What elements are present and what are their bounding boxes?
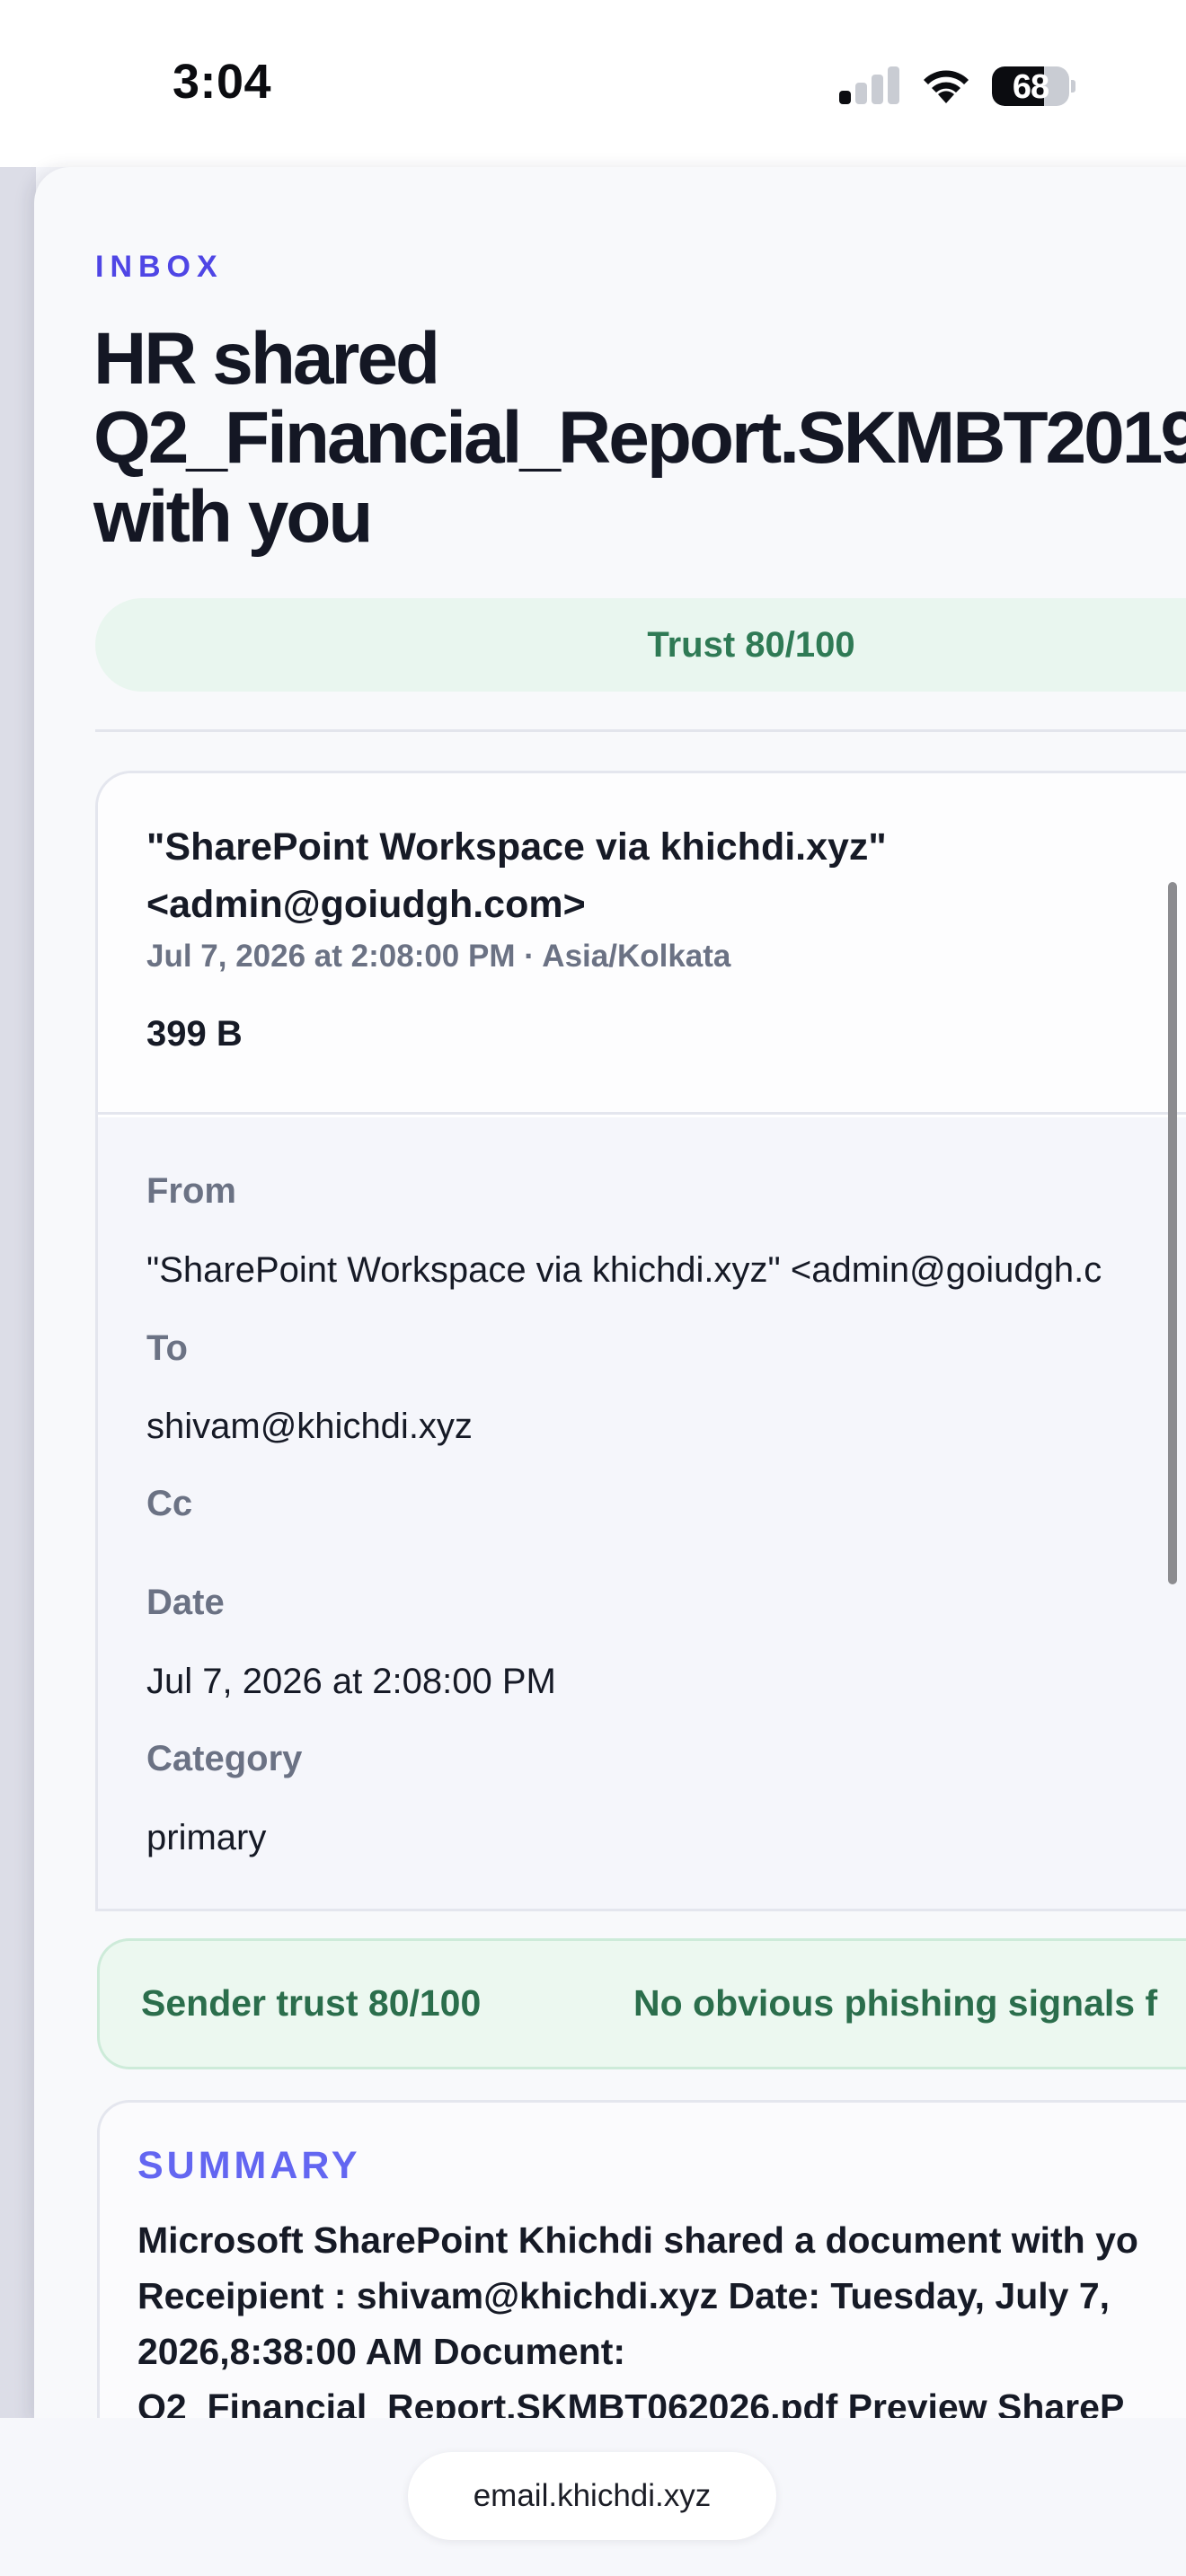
- summary-text: Microsoft SharePoint Khichdi shared a do…: [137, 2212, 1186, 2422]
- summary-panel: SUMMARY Microsoft SharePoint Khichdi sha…: [97, 2100, 1186, 2422]
- date-value: Jul 7, 2026 at 2:08:00 PM: [146, 1662, 556, 1701]
- sender-trust-score: Sender trust 80/100: [141, 1982, 482, 2024]
- sender-trust-banner: Sender trust 80/100 No obvious phishing …: [97, 1938, 1186, 2069]
- browser-bottom-bar: email.khichdi.xyz: [0, 2418, 1186, 2576]
- address-bar-url: email.khichdi.xyz: [473, 2478, 712, 2513]
- message-details: "SharePoint Workspace via khichdi.xyz" <…: [95, 771, 1186, 1911]
- sender-address: <admin@goiudgh.com>: [146, 883, 586, 926]
- header-fields: From "SharePoint Workspace via khichdi.x…: [98, 1117, 1186, 1909]
- sender: "SharePoint Workspace via khichdi.xyz" <…: [146, 818, 1135, 933]
- wifi-icon: [924, 70, 969, 103]
- status-bar: 3:04 68: [0, 0, 1186, 167]
- summary-heading: SUMMARY: [137, 2144, 361, 2187]
- from-label: From: [146, 1171, 236, 1211]
- message-header: "SharePoint Workspace via khichdi.xyz" <…: [98, 773, 1186, 1115]
- email-detail-card: INBOX HR shared Q2_Financial_Report.SKMB…: [34, 167, 1186, 2422]
- to-value: shivam@khichdi.xyz: [146, 1407, 473, 1446]
- cellular-signal-icon: [839, 65, 900, 104]
- received-time: Jul 7, 2026 at 2:08:00 PM · Asia/Kolkata: [146, 939, 731, 974]
- trust-score-text: Trust 80/100: [647, 625, 855, 665]
- category-label: Category: [146, 1739, 303, 1778]
- section-label: INBOX: [95, 250, 224, 284]
- underlying-panel-edge: [0, 167, 36, 2422]
- scrollbar[interactable]: [1168, 882, 1177, 1584]
- phishing-check-result: No obvious phishing signals f: [633, 1982, 1158, 2024]
- summary-line: Q2_Financial_Report.SKMBT062026.pdf Prev…: [137, 2386, 1125, 2422]
- cc-label: Cc: [146, 1484, 193, 1523]
- date-label: Date: [146, 1583, 225, 1622]
- trust-score-pill: Trust 80/100: [95, 598, 1186, 692]
- category-value: primary: [146, 1818, 267, 1857]
- to-label: To: [146, 1328, 188, 1368]
- address-bar[interactable]: email.khichdi.xyz: [408, 2452, 776, 2540]
- summary-line: Microsoft SharePoint Khichdi shared a do…: [137, 2219, 1138, 2261]
- from-value: "SharePoint Workspace via khichdi.xyz" <…: [146, 1250, 1102, 1290]
- summary-line: Receipient : shivam@khichdi.xyz Date: Tu…: [137, 2275, 1111, 2316]
- battery-level: 68: [1012, 68, 1049, 106]
- sender-name: "SharePoint Workspace via khichdi.xyz": [146, 825, 887, 869]
- battery-icon: 68: [992, 66, 1075, 106]
- clock: 3:04: [173, 55, 272, 109]
- summary-line: 2026,8:38:00 AM Document:: [137, 2331, 626, 2372]
- email-subject: HR shared Q2_Financial_Report.SKMBT2019 …: [93, 318, 1186, 558]
- divider: [95, 729, 1186, 732]
- message-size: 399 B: [146, 1014, 243, 1054]
